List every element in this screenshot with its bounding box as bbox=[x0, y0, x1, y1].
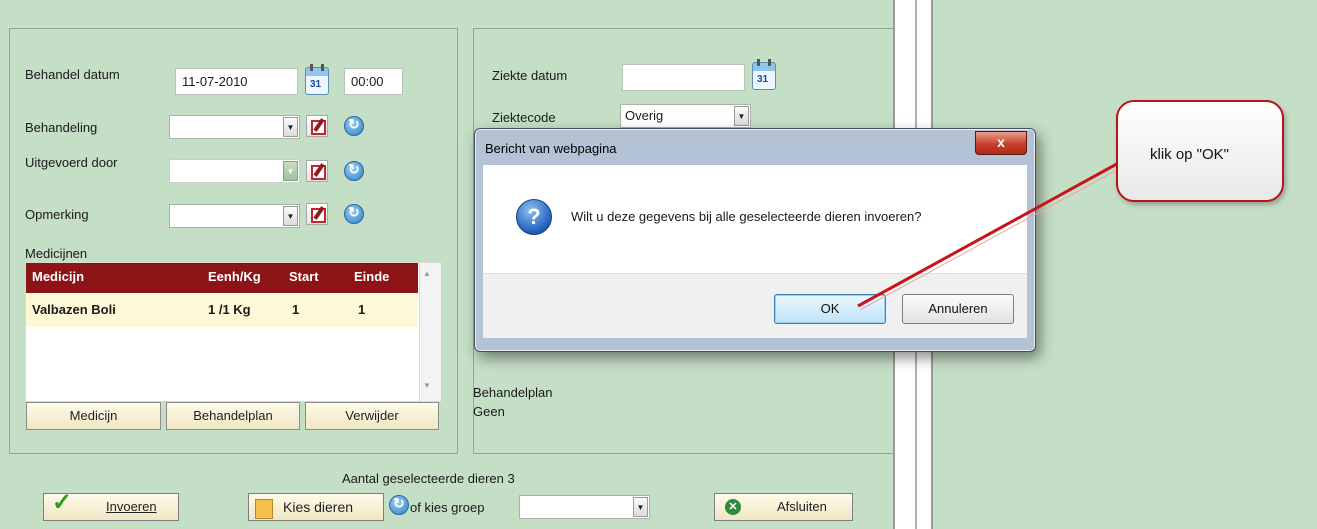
callout-line-shadow bbox=[859, 165, 1125, 311]
callout-line bbox=[857, 158, 1125, 308]
callout-text: klik op "OK" bbox=[1150, 146, 1230, 163]
callout-pointer bbox=[857, 158, 1125, 311]
instruction-callout: klik op "OK" bbox=[1116, 100, 1284, 202]
